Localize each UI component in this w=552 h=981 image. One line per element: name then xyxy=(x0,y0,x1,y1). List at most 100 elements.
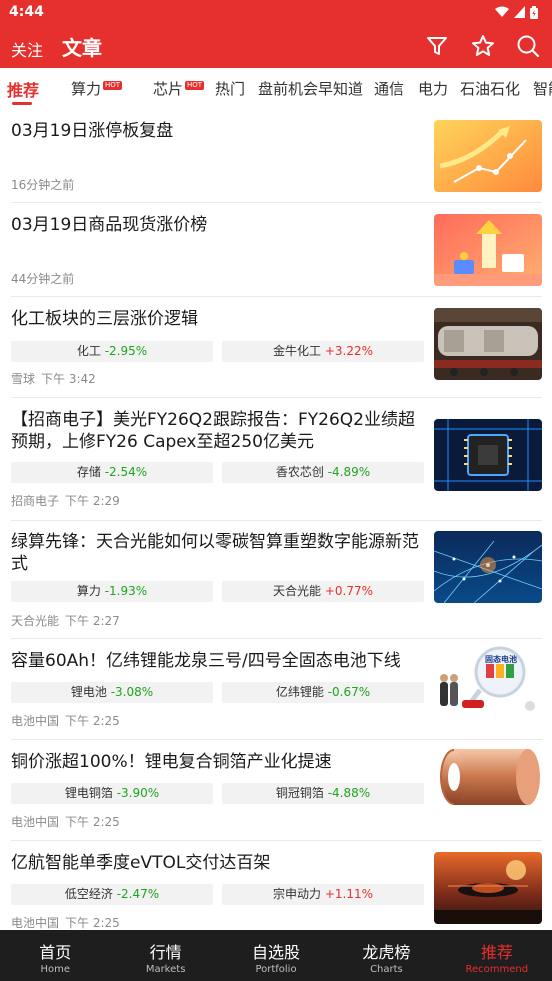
article-time: 下午 2:25 xyxy=(65,916,120,930)
chip-change: -0.67% xyxy=(327,685,371,699)
status-bar: 4:44 xyxy=(0,0,552,24)
tab-label: 石油石化 xyxy=(460,80,521,98)
tab-recommend[interactable]: 推荐 xyxy=(7,77,39,101)
article-source: 电池中国 xyxy=(11,815,60,829)
chip-change: -2.54% xyxy=(104,465,148,479)
article-meta: 电池中国 下午 2:25 xyxy=(11,914,120,931)
article-time: 下午 3:42 xyxy=(41,372,96,386)
article-item[interactable]: 03月19日涨停板复盘 16分钟之前 xyxy=(0,120,552,204)
chip-name: 存储 xyxy=(76,465,101,479)
article-time: 下午 2:27 xyxy=(65,614,120,628)
chip-change: -4.89% xyxy=(327,465,371,479)
stock-chip[interactable]: 宗申动力 +1.11% xyxy=(222,884,424,905)
chip-name: 铜冠铜箔 xyxy=(275,786,324,800)
article-thumbnail xyxy=(434,741,542,813)
article-source: 电池中国 xyxy=(11,916,60,930)
tab-compute[interactable]: 算力 HOT xyxy=(71,78,123,99)
nav-label: 推荐 xyxy=(480,943,513,962)
tab-telecom[interactable]: 通信 xyxy=(374,78,404,99)
article-item[interactable]: 化工板块的三层涨价逻辑 化工 -2.95% 金牛化工 +3.22% 雪球 下午 3… xyxy=(0,308,552,398)
nav-label: 首页 xyxy=(39,943,72,962)
tab-chips[interactable]: 芯片 HOT xyxy=(153,78,205,99)
signal-icon xyxy=(514,6,525,18)
active-tab-indicator xyxy=(12,102,32,105)
divider xyxy=(11,397,542,398)
article-item[interactable]: 铜价涨超100%！锂电复合铜箔产业化提速 锂电铜箔 -3.90% 铜冠铜箔 -4… xyxy=(0,741,552,841)
status-time: 4:44 xyxy=(9,4,44,20)
tab-label: 电力 xyxy=(418,80,449,98)
tab-label: 算力 xyxy=(71,80,102,98)
stock-chip[interactable]: 天合光能 +0.77% xyxy=(222,581,424,602)
stock-chip[interactable]: 存储 -2.54% xyxy=(11,462,213,483)
article-meta: 电池中国 下午 2:25 xyxy=(11,813,120,830)
tab-label: 通信 xyxy=(374,80,405,98)
article-item[interactable]: 03月19日商品现货涨价榜 44分钟之前 xyxy=(0,214,552,298)
article-item[interactable]: 容量60Ah！亿纬锂能龙泉三号/四号全固态电池下线 锂电池 -3.08% 亿纬锂… xyxy=(0,642,552,740)
nav-charts[interactable]: 龙虎榜 Charts xyxy=(331,930,441,981)
tab-smart[interactable]: 智能 xyxy=(533,78,552,99)
chip-name: 算力 xyxy=(76,584,101,598)
stock-chip[interactable]: 亿纬锂能 -0.67% xyxy=(222,682,424,703)
article-item[interactable]: 亿航智能单季度eVTOL交付达百架 低空经济 -2.47% 宗申动力 +1.11… xyxy=(0,852,552,932)
chip-name: 化工 xyxy=(76,344,101,358)
divider xyxy=(11,202,542,203)
article-meta: 44分钟之前 xyxy=(11,270,74,287)
stock-chip[interactable]: 香农芯创 -4.89% xyxy=(222,462,424,483)
nav-recommend[interactable]: 推荐 Recommend xyxy=(442,930,552,981)
article-tab[interactable]: 文章 xyxy=(62,32,102,61)
divider xyxy=(11,638,542,639)
article-thumbnail xyxy=(434,531,542,603)
tab-label: 盘前机会早知道 xyxy=(258,80,364,98)
nav-sublabel: Charts xyxy=(370,964,403,975)
filter-icon[interactable] xyxy=(423,32,451,60)
tab-power[interactable]: 电力 xyxy=(418,78,448,99)
article-item[interactable]: 绿算先锋：天合光能如何以零碳智算重塑数字能源新范式 算力 -1.93% 天合光能… xyxy=(0,531,552,639)
follow-tab[interactable]: 关注 xyxy=(11,37,43,61)
nav-markets[interactable]: 行情 Markets xyxy=(110,930,220,981)
stock-chip[interactable]: 锂电池 -3.08% xyxy=(11,682,213,703)
article-title: 化工板块的三层涨价逻辑 xyxy=(11,309,198,329)
tab-popular[interactable]: 热门 xyxy=(215,78,245,99)
tab-label: 推荐 xyxy=(7,81,40,100)
stock-chip[interactable]: 化工 -2.95% xyxy=(11,341,213,362)
category-tabs: 推荐 算力HOT 芯片HOT 热门 盘前机会早知道 通信 电力 石油石化 智能 xyxy=(0,68,552,110)
article-title: 绿算先锋：天合光能如何以零碳智算重塑数字能源新范式 xyxy=(11,532,419,574)
stock-chip[interactable]: 算力 -1.93% xyxy=(11,581,213,602)
chip-name: 香农芯创 xyxy=(275,465,324,479)
tab-premarket[interactable]: 盘前机会早知道 xyxy=(258,78,363,99)
stock-chip[interactable]: 金牛化工 +3.22% xyxy=(222,341,424,362)
article-meta: 雪球 下午 3:42 xyxy=(11,370,96,387)
star-icon[interactable] xyxy=(469,32,497,60)
article-item[interactable]: 【招商电子】美光FY26Q2跟踪报告：FY26Q2业绩超预期，上修FY26 Ca… xyxy=(0,409,552,521)
search-icon[interactable] xyxy=(514,32,542,60)
nav-sublabel: Home xyxy=(40,964,70,975)
nav-home[interactable]: 首页 Home xyxy=(0,930,110,981)
article-title: 容量60Ah！亿纬锂能龙泉三号/四号全固态电池下线 xyxy=(11,651,401,671)
article-title: 03月19日商品现货涨价榜 xyxy=(11,215,208,235)
article-thumbnail xyxy=(434,120,542,192)
article-thumbnail xyxy=(434,308,542,380)
article-meta: 16分钟之前 xyxy=(11,176,74,193)
chip-change: -2.95% xyxy=(104,344,148,358)
thumbnail-caption: 固态电池 xyxy=(485,655,517,664)
article-source: 电池中国 xyxy=(11,714,60,728)
nav-portfolio[interactable]: 自选股 Portfolio xyxy=(221,930,331,981)
article-time: 下午 2:29 xyxy=(65,494,120,508)
tab-label: 智能 xyxy=(533,80,552,98)
article-thumbnail xyxy=(434,852,542,924)
chip-name: 金牛化工 xyxy=(272,344,321,358)
stock-chip[interactable]: 低空经济 -2.47% xyxy=(11,884,213,905)
chip-change: -4.88% xyxy=(327,786,371,800)
tab-petrochem[interactable]: 石油石化 xyxy=(460,78,520,99)
divider xyxy=(11,296,542,297)
article-title: 03月19日涨停板复盘 xyxy=(11,121,174,141)
chip-change: -3.08% xyxy=(110,685,154,699)
chip-change: +0.77% xyxy=(324,584,374,598)
article-time: 下午 2:25 xyxy=(65,714,120,728)
chip-change: -3.90% xyxy=(116,786,160,800)
article-meta: 电池中国 下午 2:25 xyxy=(11,712,120,729)
article-thumbnail: 固态电池 xyxy=(434,642,542,714)
stock-chip[interactable]: 铜冠铜箔 -4.88% xyxy=(222,783,424,804)
chip-name: 宗申动力 xyxy=(272,887,321,901)
stock-chip[interactable]: 锂电铜箔 -3.90% xyxy=(11,783,213,804)
